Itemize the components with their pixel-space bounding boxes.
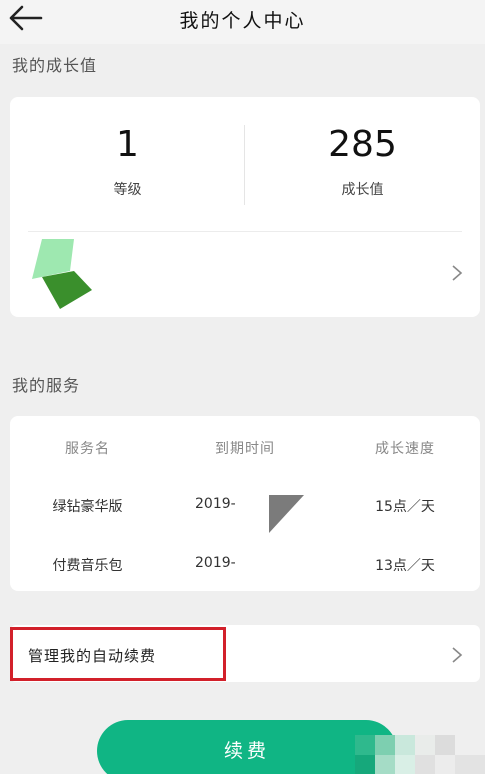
auto-renew-label: 管理我的自动续费 bbox=[28, 647, 157, 665]
services-header-row: 服务名 到期时间 成长速度 bbox=[10, 438, 480, 462]
service-expiry: 2019- bbox=[195, 496, 236, 512]
table-row: 绿钻豪华版 2019- 15点／天 bbox=[10, 496, 480, 520]
growth-card: 1 等级 285 成长值 bbox=[10, 97, 480, 317]
watermark-mosaic bbox=[355, 735, 485, 774]
page-title: 我的个人中心 bbox=[179, 10, 306, 32]
level-badge-icon[interactable] bbox=[30, 235, 94, 311]
service-name: 绿钻豪华版 bbox=[52, 499, 123, 515]
redaction-mark bbox=[269, 495, 304, 533]
renew-button[interactable]: 续费 bbox=[97, 720, 397, 774]
growth-points-stat: 285 成长值 bbox=[245, 125, 480, 199]
level-value: 1 bbox=[116, 124, 139, 165]
service-growth-speed: 15点／天 bbox=[375, 499, 435, 515]
services-section-title: 我的服务 bbox=[12, 376, 81, 395]
table-row: 付费音乐包 2019- 13点／天 bbox=[10, 555, 480, 579]
services-card: 服务名 到期时间 成长速度 绿钻豪华版 2019- 15点／天 付费音乐包 20… bbox=[10, 416, 480, 591]
column-header-service-name: 服务名 bbox=[65, 441, 110, 457]
column-header-growth-speed: 成长速度 bbox=[375, 441, 435, 457]
service-growth-speed: 13点／天 bbox=[375, 558, 435, 574]
growth-points-label: 成长值 bbox=[341, 182, 384, 198]
chevron-right-icon[interactable] bbox=[451, 264, 463, 282]
divider bbox=[28, 231, 462, 232]
service-name: 付费音乐包 bbox=[52, 558, 123, 574]
top-bar: 我的个人中心 bbox=[0, 0, 485, 44]
growth-points-value: 285 bbox=[328, 124, 397, 165]
service-expiry: 2019- bbox=[195, 555, 236, 571]
growth-section-title: 我的成长值 bbox=[12, 56, 98, 75]
level-stat: 1 等级 bbox=[10, 125, 245, 199]
column-header-expiry: 到期时间 bbox=[215, 441, 275, 457]
chevron-right-icon[interactable] bbox=[451, 646, 463, 664]
auto-renew-row[interactable]: 管理我的自动续费 bbox=[10, 625, 480, 682]
level-label: 等级 bbox=[113, 182, 142, 198]
